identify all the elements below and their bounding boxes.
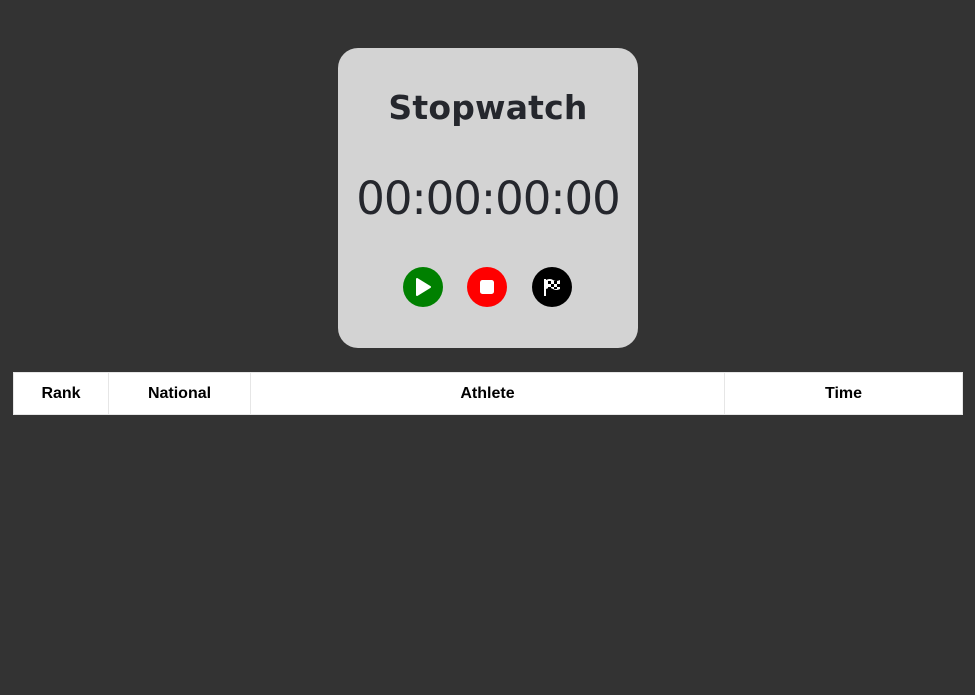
stop-button[interactable]	[467, 267, 507, 307]
stop-icon	[479, 279, 495, 295]
table-header-row: Rank National Athlete Time	[13, 372, 963, 415]
results-table-wrapper: Rank National Athlete Time	[13, 372, 963, 415]
results-table: Rank National Athlete Time	[13, 372, 963, 415]
time-display: 00:00:00:00	[356, 172, 621, 225]
checkered-flag-icon	[541, 276, 563, 298]
stopwatch-controls	[338, 267, 638, 307]
stopwatch-title: Stopwatch	[388, 88, 588, 127]
column-header-national: National	[108, 372, 251, 415]
play-icon	[414, 277, 432, 297]
start-button[interactable]	[403, 267, 443, 307]
column-header-athlete: Athlete	[250, 372, 725, 415]
lap-button[interactable]	[532, 267, 572, 307]
column-header-rank: Rank	[13, 372, 109, 415]
column-header-time: Time	[724, 372, 963, 415]
page: Stopwatch 00:00:00:00 Rank National Athl…	[0, 0, 975, 695]
stopwatch-card: Stopwatch 00:00:00:00	[338, 48, 638, 348]
